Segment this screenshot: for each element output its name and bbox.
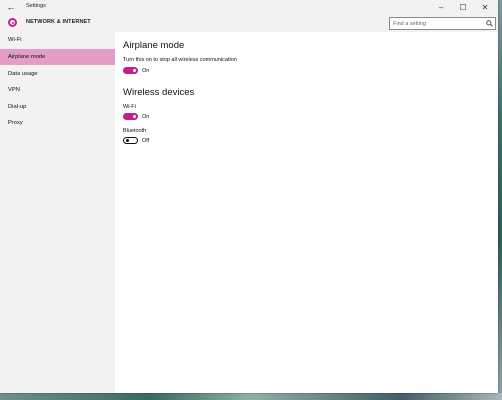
sidebar-item-wifi[interactable]: Wi-Fi xyxy=(0,32,115,48)
minimize-button[interactable]: – xyxy=(430,0,452,15)
search-icon[interactable] xyxy=(486,20,493,27)
gear-icon xyxy=(8,18,17,27)
close-button[interactable]: ✕ xyxy=(474,0,496,15)
wireless-devices-heading: Wireless devices xyxy=(123,87,195,98)
airplane-mode-heading: Airplane mode xyxy=(123,40,185,51)
maximize-button[interactable]: ☐ xyxy=(452,0,474,15)
bluetooth-label: Bluetooth xyxy=(123,128,147,134)
sidebar-item-vpn[interactable]: VPN xyxy=(0,82,115,98)
airplane-mode-description: Turn this on to stop all wireless commun… xyxy=(123,57,237,63)
toggle-knob xyxy=(125,139,129,142)
desktop-wallpaper-edge xyxy=(498,0,502,400)
settings-header: NETWORK & INTERNET xyxy=(0,15,498,32)
back-arrow-icon[interactable]: ← xyxy=(5,1,17,13)
sidebar-item-proxy[interactable]: Proxy xyxy=(0,115,115,131)
search-box[interactable] xyxy=(389,17,496,30)
bluetooth-toggle[interactable] xyxy=(123,137,138,144)
title-bar[interactable]: ← Settings – ☐ ✕ xyxy=(0,0,498,15)
settings-window: ← Settings – ☐ ✕ NETWORK & INTERNET Wi-F… xyxy=(0,0,498,393)
window-title: Settings xyxy=(26,3,46,9)
sidebar-nav: Wi-Fi Airplane mode Data usage VPN Dial-… xyxy=(0,32,115,393)
page-title: NETWORK & INTERNET xyxy=(26,19,91,25)
desktop-wallpaper-bottom xyxy=(0,393,502,400)
sidebar-item-dial-up[interactable]: Dial-up xyxy=(0,99,115,115)
toggle-knob xyxy=(132,115,136,118)
wifi-label: Wi-Fi xyxy=(123,104,136,110)
airplane-mode-state: On xyxy=(142,67,150,74)
toggle-knob xyxy=(132,69,136,72)
main-content: Airplane mode Turn this on to stop all w… xyxy=(115,32,498,393)
wifi-state: On xyxy=(142,113,150,120)
sidebar-item-data-usage[interactable]: Data usage xyxy=(0,66,115,82)
search-input[interactable] xyxy=(393,18,481,29)
sidebar-item-airplane-mode[interactable]: Airplane mode xyxy=(0,49,115,65)
wifi-toggle[interactable] xyxy=(123,113,138,120)
bluetooth-state: Off xyxy=(142,137,150,144)
airplane-mode-toggle[interactable] xyxy=(123,67,138,74)
